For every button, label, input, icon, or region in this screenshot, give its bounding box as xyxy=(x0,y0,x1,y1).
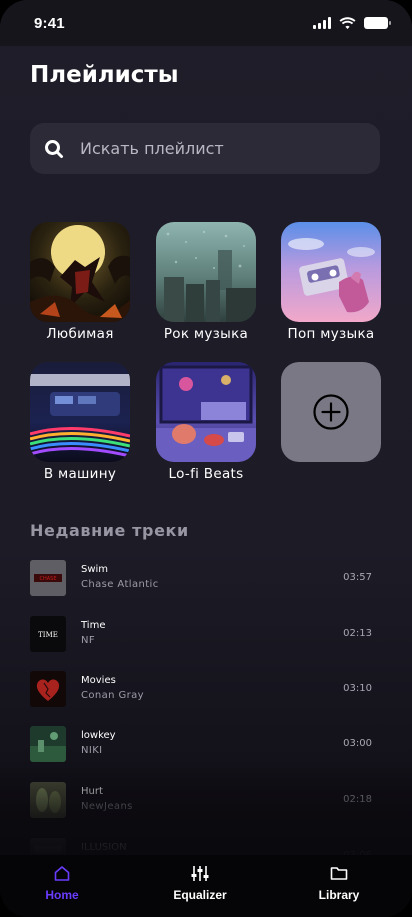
track-title: Swim xyxy=(81,564,109,575)
add-playlist-tile[interactable] xyxy=(281,362,381,462)
search-icon xyxy=(44,139,64,159)
home-icon xyxy=(7,863,117,883)
tab-label: Equalizer xyxy=(173,888,227,902)
track-duration: 02:18 xyxy=(343,794,372,805)
track-title: Hurt xyxy=(81,786,103,797)
plus-circle-icon xyxy=(313,394,349,430)
status-bar: 9:41 xyxy=(0,0,412,46)
track-row[interactable]: TIME Time NF 02:13 xyxy=(30,616,372,652)
track-artist: Conan Gray xyxy=(81,690,144,701)
search-bar[interactable] xyxy=(30,123,380,174)
tab-label: Library xyxy=(318,888,360,902)
track-row[interactable]: CHASE Swim Chase Atlantic 03:57 xyxy=(30,560,372,596)
tab-library[interactable]: Library xyxy=(284,863,394,902)
add-playlist-button[interactable] xyxy=(281,362,381,462)
playlist-label: Поп музыка xyxy=(287,326,375,342)
playlist-label: Рок музыка xyxy=(163,326,249,342)
folder-icon xyxy=(284,863,394,883)
playlist-cover-favorite xyxy=(30,222,130,322)
track-row[interactable]: Hurt NewJeans 02:18 xyxy=(30,782,372,818)
tab-equalizer[interactable]: Equalizer xyxy=(145,863,255,902)
track-row[interactable]: Movies Conan Gray 03:10 xyxy=(30,671,372,707)
track-artist: Chase Atlantic xyxy=(81,579,159,590)
playlist-tile-pop[interactable]: Поп музыка xyxy=(281,222,381,342)
playlist-tile-favorite[interactable]: Любимая xyxy=(30,222,130,342)
cellular-signal-icon xyxy=(313,17,331,29)
track-title: Movies xyxy=(81,675,116,686)
track-row[interactable]: lowkey NIKI 03:00 xyxy=(30,726,372,762)
playlist-label: Lo-fi Beats xyxy=(168,466,244,482)
track-duration: 03:57 xyxy=(343,572,372,583)
svg-text:CHASE: CHASE xyxy=(39,576,56,582)
search-input[interactable] xyxy=(80,139,360,158)
playlist-tile-lofi[interactable]: Lo-fi Beats xyxy=(156,362,256,482)
track-title: ILLUSION xyxy=(81,842,127,853)
tab-label: Home xyxy=(45,888,79,902)
playlist-tile-rock[interactable]: Рок музыка xyxy=(156,222,256,342)
track-duration: 02:13 xyxy=(343,628,372,639)
tab-home[interactable]: Home xyxy=(7,863,117,902)
track-artist: NIKI xyxy=(81,745,103,756)
recent-tracks-title: Недавние треки xyxy=(30,521,189,540)
track-cover xyxy=(30,671,66,707)
app-screen: 9:41 Плейлисты Искать плейлист Любимая Р… xyxy=(0,0,412,917)
track-cover: CHASE xyxy=(30,560,66,596)
playlist-cover-rock xyxy=(156,222,256,322)
page-title: Плейлисты xyxy=(30,62,179,88)
track-cover xyxy=(30,782,66,818)
playlist-tile-car[interactable]: В машину xyxy=(30,362,130,482)
playlist-cover-car xyxy=(30,362,130,462)
track-duration: 03:00 xyxy=(343,738,372,749)
status-time: 9:41 xyxy=(34,14,65,32)
battery-icon xyxy=(364,17,391,29)
bottom-tab-bar: Home Equalizer Library xyxy=(0,855,412,917)
track-title: Time xyxy=(81,620,106,631)
playlist-cover-lofi xyxy=(156,362,256,462)
track-duration: 03:10 xyxy=(343,683,372,694)
track-artist: NewJeans xyxy=(81,801,133,812)
cover-text: TIME xyxy=(38,631,58,639)
equalizer-icon xyxy=(145,863,255,883)
playlist-cover-pop xyxy=(281,222,381,322)
status-icons xyxy=(313,17,391,29)
wifi-icon xyxy=(339,17,356,29)
playlist-label: В машину xyxy=(43,466,117,482)
track-cover: TIME xyxy=(30,616,66,652)
track-cover xyxy=(30,726,66,762)
track-artist: NF xyxy=(81,635,96,646)
playlist-label: Любимая xyxy=(46,326,114,342)
track-title: lowkey xyxy=(81,730,116,741)
